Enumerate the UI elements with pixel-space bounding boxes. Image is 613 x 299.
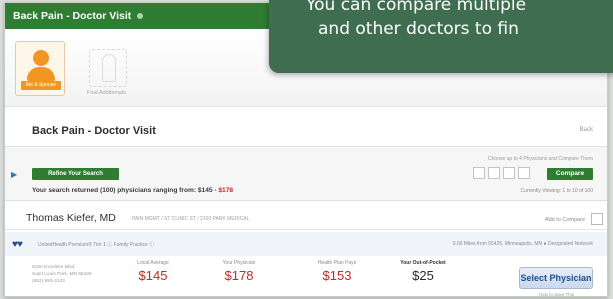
address-line: Saint Louis Park, MN 55426 [32,272,92,277]
cost-label: Your Physician [222,260,256,266]
add-member-label: Find Additionals [87,90,126,96]
arrow-right-icon: ▶ [11,170,18,179]
compare-slots [473,167,530,179]
cost-value: $178 [224,268,254,283]
search-toolbar: ▶ Refine Your Search Your search returne… [5,147,607,201]
compare-slot[interactable] [473,167,485,179]
heart-icon: ♥♥ [12,239,23,250]
address-line: 8100 Excelsior Blvd [32,265,75,270]
address-line: (952) 993-3123 [32,279,65,284]
cost-local-average: Local Average $145 [123,260,183,283]
tooltip-callout: You can compare multiple and other docto… [269,0,613,73]
avatar-head [33,50,49,66]
cost-out-of-pocket: Your Out-of-Pocket $25 [393,260,453,283]
window-title: Back Pain - Doctor Visit [13,10,132,22]
doctor-name[interactable]: Thomas Kiefer, MD [26,212,116,224]
compare-button[interactable]: Compare [547,168,593,180]
cost-label: Your Out-of-Pocket [400,260,446,266]
avatar-body [27,67,55,81]
cost-value: $25 [412,268,434,283]
results-range: $178 [218,187,234,194]
callout-line-1: You can compare multiple [306,0,527,15]
cost-your-physician: Your Physician $178 [209,260,269,283]
compare-slot[interactable] [503,167,515,179]
add-to-compare-checkbox[interactable] [591,213,603,225]
tier-info: UnitedHealth Premium® Tier 1 ⓘ Family Pr… [38,242,155,248]
placeholder-figure [102,54,116,82]
cost-label: Local Average [137,260,169,266]
doctor-subtitle: PAIN MGMT / ST CLINIC ST / 2100 PARK MED… [132,216,250,222]
back-link[interactable]: Back [580,127,593,133]
page-title: Back Pain - Doctor Visit [32,125,156,137]
cost-row: 8100 Excelsior Blvd Saint Louis Park, MN… [5,256,607,296]
add-to-compare-label: Add to Compare [544,217,585,223]
cost-label: Health Plan Pays [317,260,357,266]
distance-info: 0.00 Miles from 55426, Minneapolis, MN ●… [452,241,593,247]
compare-hint: Choose up to 4 Physicians and Compare Th… [488,156,593,162]
doctor-meta: ♥♥ UnitedHealth Premium® Tier 1 ⓘ Family… [5,232,607,256]
avatar-tag: Me & Spouse [21,81,61,90]
select-physician-subtext[interactable]: How to Save This [539,292,574,296]
cost-value: $153 [322,268,352,283]
results-summary: Your search returned (100) physicians ra… [32,187,233,194]
pagination-status: Currently Viewing: 1 to 10 of 100 [520,188,593,194]
add-member-icon[interactable] [89,49,127,87]
select-physician-button[interactable]: Select Physician [519,267,593,289]
cost-value: $145 [138,268,168,283]
dot-icon [137,13,144,19]
compare-slot[interactable] [518,167,530,179]
doctor-address: 8100 Excelsior Blvd Saint Louis Park, MN… [32,264,92,285]
compare-slot[interactable] [488,167,500,179]
results-prefix: Your search returned (100) physicians ra… [32,187,219,194]
refine-search-button[interactable]: Refine Your Search [32,168,119,180]
user-icon[interactable]: Me & Spouse [15,41,65,96]
callout-line-2: and other doctors to fin [318,19,519,39]
cost-plan-pays: Health Plan Pays $153 [307,260,367,283]
doctor-header: Thomas Kiefer, MD PAIN MGMT / ST CLINIC … [5,210,607,230]
